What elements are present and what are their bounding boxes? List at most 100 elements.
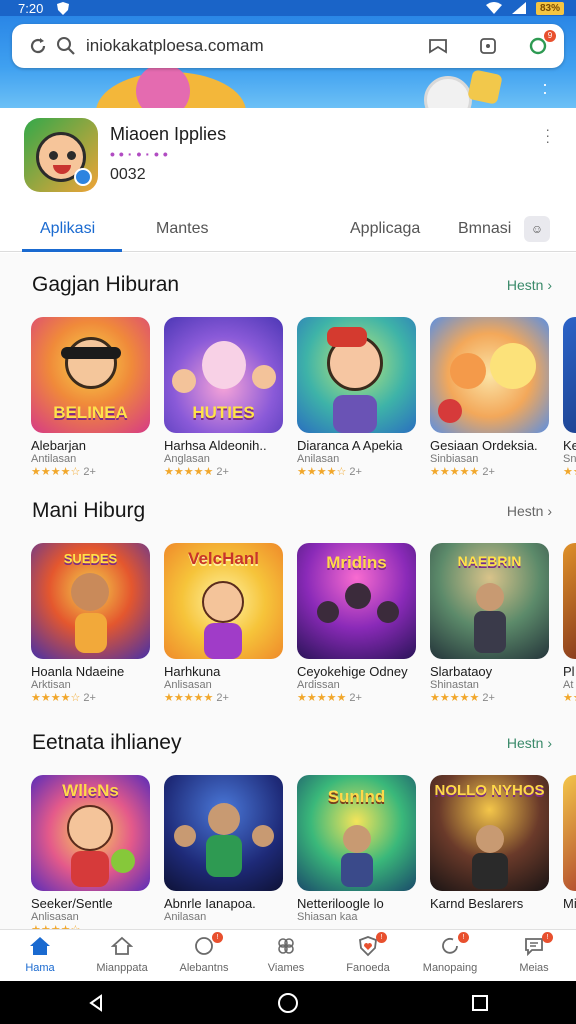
app-card-rating: ★★★★☆ 2+ <box>31 692 96 704</box>
app-count: 0032 <box>110 166 146 183</box>
app-card-rating: ★★★★★ 2+ <box>430 466 495 478</box>
app-header: Miaoen Ipplies ••·•·•• 0032 · · · <box>0 108 576 206</box>
app-card-rating: ★★★★★ 2+ <box>164 466 229 478</box>
app-card-title: Ke <box>563 438 576 453</box>
app-card-subtitle: Arktisan <box>31 679 71 691</box>
extension-icon[interactable]: 9 <box>524 30 556 60</box>
app-card-rating: ★★★★★ 2+ <box>297 692 362 704</box>
app-thumbnail: NAEBRIN <box>430 543 549 659</box>
app-card-title: Netteriloogle lo <box>297 896 384 911</box>
app-card-subtitle: Anlisasan <box>164 679 212 691</box>
app-card-subtitle: Anilasan <box>164 911 207 923</box>
bottom-nav: Hama Mianppata ! Alebantns Viames ! Fano… <box>0 929 576 981</box>
wifi-icon <box>485 2 502 14</box>
notification-badge: ! <box>542 932 553 943</box>
nav-manopaing[interactable]: ! Manopaing <box>410 932 490 974</box>
app-thumbnail <box>430 317 549 433</box>
app-subtitle: ••·•·•• <box>110 146 172 162</box>
app-card[interactable]: HUTIES Harhsa Aldeonih.. Anglasan ★★★★★ … <box>164 317 283 478</box>
tab-bar: Aplikasi Mantes Applicaga Bmnasi ☺ <box>0 206 576 252</box>
more-options-icon[interactable]: · · · <box>545 122 550 148</box>
tab-bmnasi[interactable]: Bmnasi <box>458 220 511 238</box>
app-thumbnail <box>563 317 576 433</box>
app-card[interactable]: Sunlnd Netteriloogle lo Shiasan kaa <box>297 775 416 923</box>
tab-switcher-icon[interactable] <box>474 32 502 60</box>
status-bar: 7:20 83% <box>0 0 576 16</box>
bookmark-icon[interactable] <box>424 32 452 60</box>
refresh-icon: ! <box>437 932 469 958</box>
app-card-rating: ★★ <box>563 466 576 478</box>
notification-badge: ! <box>376 932 387 943</box>
app-thumbnail: BELINEA <box>31 317 150 433</box>
tab-aplikasi[interactable]: Aplikasi <box>40 220 95 238</box>
section-2: Mani Hiburg Hestn › SUEDES Hoanla Ndaein… <box>0 499 576 719</box>
system-nav-bar <box>0 981 576 1024</box>
app-card-rating: ★★★★☆ 2+ <box>297 466 362 478</box>
app-card-title: Harhsa Aldeonih.. <box>164 438 267 453</box>
app-card[interactable]: NOLLO NYHOS Karnd Beslarers <box>430 775 549 911</box>
app-card[interactable]: NAEBRIN Slarbataoy Shinastan ★★★★★ 2+ <box>430 543 549 704</box>
section-more-link[interactable]: Hestn › <box>507 735 552 751</box>
app-card[interactable]: WlleNs Seeker/Sentle Anlisasan ★★★★☆ <box>31 775 150 929</box>
tab-applicaga[interactable]: Applicaga <box>350 220 420 238</box>
app-logo <box>24 118 98 192</box>
nav-home[interactable]: Hama <box>0 934 80 974</box>
app-card-title: Mi <box>563 896 576 911</box>
nav-meias[interactable]: ! Meias <box>494 932 574 974</box>
tab-mantes[interactable]: Mantes <box>156 220 208 238</box>
app-card[interactable]: SUEDES Hoanla Ndaeine Arktisan ★★★★☆ 2+ <box>31 543 150 704</box>
app-card[interactable]: Gesiaan Ordeksia. Sinbiasan ★★★★★ 2+ <box>430 317 549 478</box>
app-card-title: Harhkuna <box>164 664 221 679</box>
app-card[interactable]: Diaranca A Apekia Anilasan ★★★★☆ 2+ <box>297 317 416 478</box>
app-card[interactable]: BELINEA Alebarjan Antilasan ★★★★☆ 2+ <box>31 317 150 478</box>
app-card-subtitle: Antilasan <box>31 453 77 465</box>
app-thumbnail: Sunlnd <box>297 775 416 891</box>
app-card[interactable]: VelcHanl Harhkuna Anlisasan ★★★★★ 2+ <box>164 543 283 704</box>
app-thumbnail: SUEDES <box>31 543 150 659</box>
app-card-rating: ★★★★★ 2+ <box>430 692 495 704</box>
section-1: Gagjan Hiburan Hestn › BELINEA Alebarjan… <box>0 273 576 493</box>
section-more-link[interactable]: Hestn › <box>507 503 552 519</box>
app-card-title: Seeker/Sentle <box>31 896 113 911</box>
home-icon <box>27 934 53 958</box>
app-card-subtitle: Ardissan <box>297 679 340 691</box>
signal-icon <box>511 2 526 14</box>
app-card-title: Diaranca A Apekia <box>297 438 403 453</box>
nav-fanoeda[interactable]: ! Fanoeda <box>328 932 408 974</box>
section-title: Eetnata ihlianey <box>32 731 182 754</box>
app-card[interactable]: Abnrle Ianapoa. Anilasan <box>164 775 283 923</box>
app-card-subtitle: Shinastan <box>430 679 479 691</box>
app-thumbnail: HUTIES <box>164 317 283 433</box>
app-title: Miaoen Ipplies <box>110 124 227 144</box>
app-card-rating: ★★ <box>563 692 576 704</box>
nav-viames[interactable]: Viames <box>246 934 326 974</box>
section-more-link[interactable]: Hestn › <box>507 277 552 293</box>
app-card-subtitle: Shiasan kaa <box>297 911 358 923</box>
app-card[interactable]: Mi <box>563 775 576 911</box>
nav-alebantns[interactable]: ! Alebantns <box>164 932 244 974</box>
app-thumbnail: NOLLO NYHOS <box>430 775 549 891</box>
app-card-title: Karnd Beslarers <box>430 896 524 911</box>
app-card-subtitle: Sn <box>563 453 576 465</box>
nav-mianppata[interactable]: Mianppata <box>82 934 162 974</box>
app-card[interactable]: Mridins Ceyokehige Odney Ardissan ★★★★★ … <box>297 543 416 704</box>
games-icon: ! <box>191 932 223 958</box>
app-card[interactable]: Ke Sn ★★ <box>563 317 576 478</box>
status-time: 7:20 <box>18 0 44 16</box>
app-card-subtitle: Anilasan <box>297 453 340 465</box>
chat-icon: ! <box>521 932 553 958</box>
url-bar[interactable]: iniokakatploesa.comam 9 <box>12 24 564 68</box>
app-card-subtitle: At <box>563 679 574 691</box>
home-button-icon[interactable] <box>268 988 308 1018</box>
active-tab-indicator <box>22 249 122 252</box>
app-thumbnail: WlleNs <box>31 775 150 891</box>
back-icon[interactable] <box>76 988 116 1018</box>
reload-icon[interactable] <box>24 32 52 60</box>
url-text[interactable]: iniokakatploesa.comam <box>80 36 424 56</box>
app-card[interactable]: Pl At ★★ <box>563 543 576 704</box>
app-thumbnail <box>563 775 576 891</box>
overflow-menu-icon[interactable]: · · <box>542 75 548 101</box>
profile-avatar-icon[interactable]: ☺ <box>524 216 550 242</box>
app-thumbnail <box>297 317 416 433</box>
recents-icon[interactable] <box>460 988 500 1018</box>
